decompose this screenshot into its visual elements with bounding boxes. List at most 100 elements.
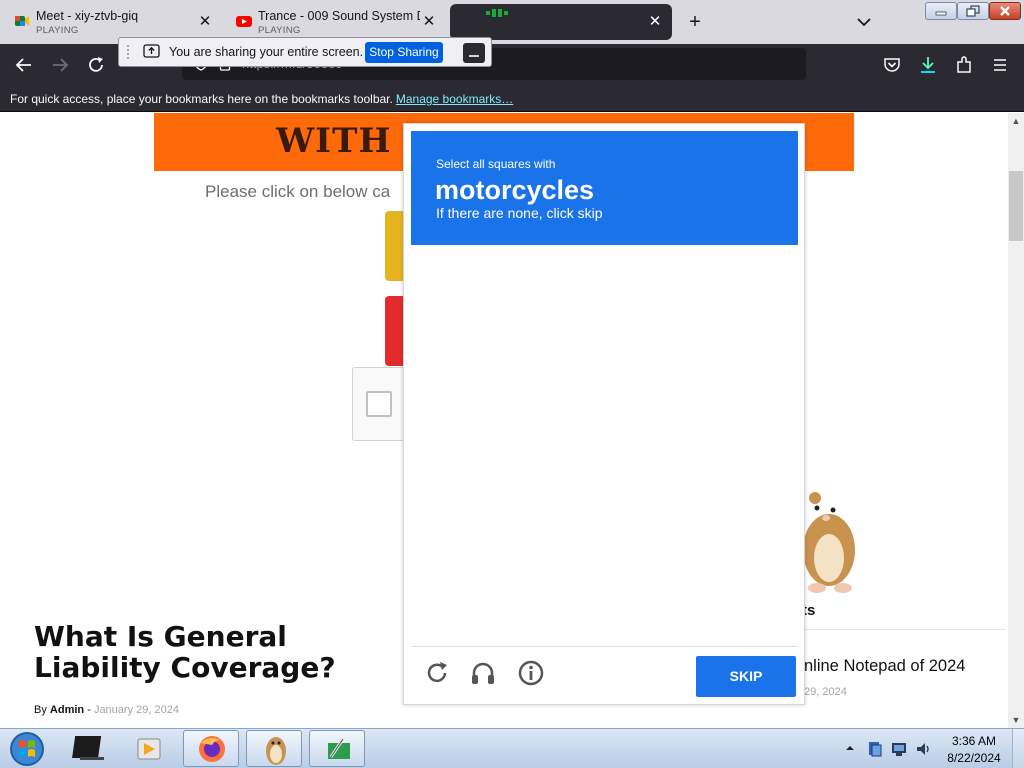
captcha-tile[interactable] <box>606 543 701 638</box>
captcha-instruction: Select all squares with <box>436 157 556 171</box>
back-icon[interactable] <box>13 54 35 76</box>
info-icon[interactable] <box>517 659 545 687</box>
captcha-tile[interactable] <box>606 446 701 541</box>
drag-handle-icon[interactable] <box>125 43 131 61</box>
tab-trance[interactable]: Trance - 009 Sound System Dre PLAYING ✕ <box>226 4 446 40</box>
scroll-up-arrow[interactable]: ▲ <box>1008 113 1024 129</box>
captcha-tile[interactable] <box>606 348 701 443</box>
screen-sharing-notification: You are sharing your entire screen. Stop… <box>118 37 492 67</box>
close-tab-icon[interactable]: ✕ <box>196 13 214 31</box>
page-subtitle: Please click on below ca <box>205 182 391 201</box>
downloads-icon[interactable] <box>917 54 939 76</box>
taskbar-app-notepad[interactable] <box>309 730 365 767</box>
scrollbar-thumb[interactable] <box>1009 171 1023 241</box>
captcha-tile[interactable] <box>508 446 603 541</box>
clock-date[interactable]: 8/22/2024 <box>944 751 1004 765</box>
captcha-footer: SKIP <box>411 646 798 698</box>
meta-separator: - <box>87 704 91 716</box>
start-button[interactable] <box>6 729 48 768</box>
volume-icon[interactable] <box>914 740 932 758</box>
captcha-tile[interactable] <box>508 251 603 346</box>
tab-title: Trance - 009 Sound System Dre <box>258 9 420 23</box>
captcha-tile[interactable] <box>703 543 798 638</box>
device-icon[interactable] <box>866 740 884 758</box>
network-icon[interactable] <box>890 740 908 758</box>
media-player-icon <box>137 738 161 760</box>
captcha-checkbox-widget <box>352 367 406 441</box>
close-tab-icon[interactable]: ✕ <box>646 13 664 31</box>
youtube-icon <box>236 16 252 27</box>
captcha-tile[interactable] <box>508 543 603 638</box>
captcha-tile[interactable] <box>508 348 603 443</box>
restore-icon <box>966 5 980 17</box>
stop-sharing-button[interactable]: Stop Sharing <box>365 42 443 63</box>
tab-meet[interactable]: Meet - xiy-ztvb-giq PLAYING ✕ <box>4 4 222 40</box>
reload-icon[interactable] <box>423 659 451 687</box>
reload-icon[interactable] <box>85 54 107 76</box>
article-author[interactable]: Admin <box>50 704 84 716</box>
forward-icon[interactable] <box>49 54 71 76</box>
notepad-icon <box>328 738 350 759</box>
minimize-icon <box>935 11 947 16</box>
bookmarks-prompt: For quick access, place your bookmarks h… <box>10 92 513 106</box>
menu-icon[interactable] <box>989 54 1011 76</box>
loading-icon <box>486 9 508 17</box>
close-tab-icon[interactable]: ✕ <box>420 13 438 31</box>
taskbar-app-firefox[interactable] <box>183 730 239 767</box>
show-desktop-button[interactable] <box>1012 729 1024 768</box>
minimize-notification-button[interactable] <box>463 43 485 63</box>
sidebar-post-date: 29, 2024 <box>804 686 847 698</box>
minimize-icon <box>469 55 479 57</box>
article-title[interactable]: What Is General Liability Coverage? <box>34 621 414 683</box>
skip-button[interactable]: SKIP <box>696 656 796 697</box>
article-meta: By Admin - January 29, 2024 <box>34 704 179 716</box>
captcha-tile[interactable] <box>606 251 701 346</box>
captcha-checkbox[interactable] <box>366 391 392 417</box>
page-scrollbar[interactable]: ▲ ▼ <box>1008 113 1024 728</box>
captcha-challenge: Select all squares with motorcycles If t… <box>403 123 805 705</box>
captcha-tile[interactable] <box>703 348 798 443</box>
captcha-hint: If there are none, click skip <box>436 205 603 221</box>
sidebar-post-title[interactable]: nline Notepad of 2024 <box>804 657 965 676</box>
captcha-tile[interactable] <box>411 446 506 541</box>
headphones-icon[interactable] <box>469 659 497 687</box>
tab-title: Meet - xiy-ztvb-giq <box>36 9 139 23</box>
taskbar-app-hamster[interactable] <box>246 730 302 767</box>
captcha-tile[interactable] <box>411 348 506 443</box>
monitor-icon <box>72 736 104 760</box>
captcha-header: Select all squares with motorcycles If t… <box>411 131 798 245</box>
extensions-icon[interactable] <box>953 54 975 76</box>
by-label: By <box>34 704 47 716</box>
scroll-down-arrow[interactable]: ▼ <box>1008 712 1024 728</box>
captcha-tile[interactable] <box>411 251 506 346</box>
article-date: January 29, 2024 <box>93 704 179 716</box>
close-window-button[interactable] <box>989 2 1021 20</box>
tab-active[interactable]: ✕ <box>450 4 672 40</box>
captcha-tile[interactable] <box>703 446 798 541</box>
captcha-tile[interactable] <box>703 251 798 346</box>
bookmarks-toolbar: For quick access, place your bookmarks h… <box>0 86 1024 112</box>
chevron-down-icon[interactable] <box>854 12 874 32</box>
taskbar: 3:36 AM 8/22/2024 <box>0 728 1024 768</box>
captcha-tile[interactable] <box>411 543 506 638</box>
captcha-target-object: motorcycles <box>435 175 595 205</box>
captcha-image-grid <box>411 251 798 638</box>
taskbar-app-media[interactable] <box>122 730 178 767</box>
pocket-icon[interactable] <box>881 54 903 76</box>
minimize-window-button[interactable] <box>925 2 957 20</box>
manage-bookmarks-link[interactable]: Manage bookmarks… <box>396 92 513 106</box>
sidebar-divider <box>802 629 1006 630</box>
new-tab-button[interactable]: + <box>684 11 706 33</box>
tray-expand-icon[interactable] <box>845 743 855 753</box>
restore-window-button[interactable] <box>957 2 989 20</box>
hamster-icon <box>266 737 286 765</box>
firefox-icon <box>199 736 225 762</box>
google-meet-icon <box>15 16 29 26</box>
close-icon <box>1000 6 1010 16</box>
screen-share-icon <box>143 44 160 58</box>
taskbar-app-tv[interactable] <box>62 730 118 767</box>
tab-status: PLAYING <box>36 25 79 36</box>
tab-status: PLAYING <box>258 25 301 36</box>
sharing-message: You are sharing your entire screen. <box>169 45 364 59</box>
clock-time[interactable]: 3:36 AM <box>946 734 1002 748</box>
